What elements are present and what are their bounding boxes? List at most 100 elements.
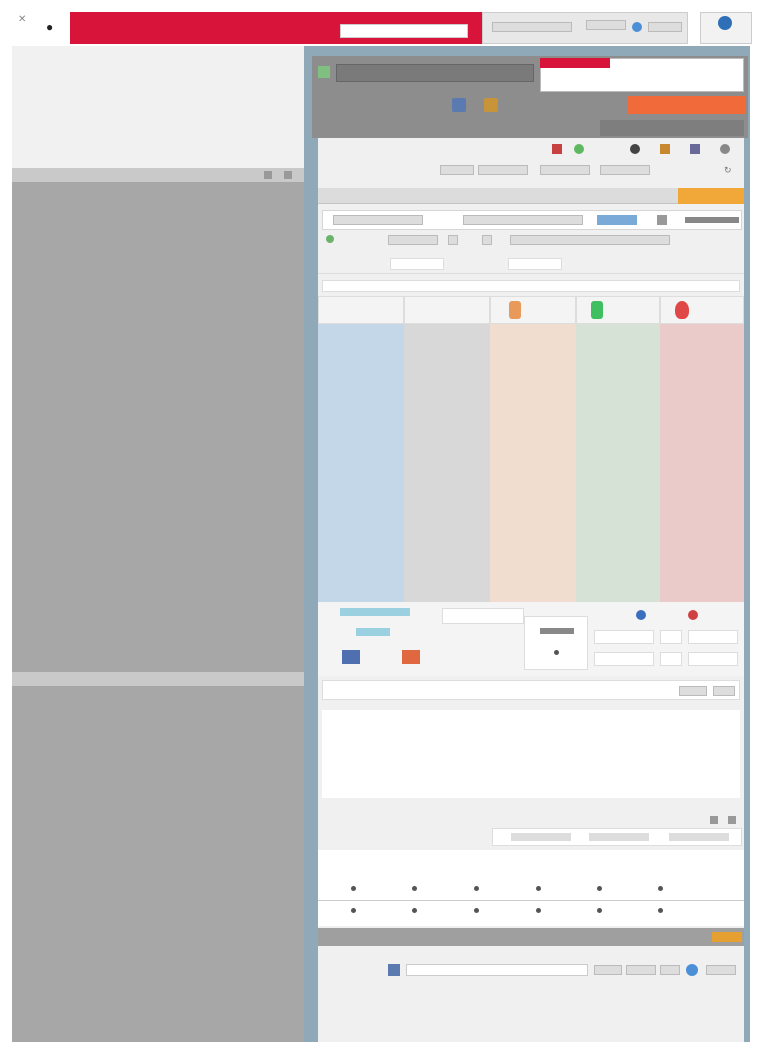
left-panel-splitter[interactable] <box>12 168 304 182</box>
info-icon[interactable] <box>632 22 642 32</box>
summary-table <box>318 850 744 926</box>
kanban-column-header[interactable] <box>660 296 744 324</box>
left-table-row[interactable] <box>20 124 300 140</box>
footer-button[interactable] <box>706 965 736 975</box>
kanban-column[interactable] <box>318 324 404 602</box>
summary-tab[interactable] <box>511 833 571 841</box>
check-icon[interactable] <box>574 144 584 154</box>
status-cell[interactable] <box>594 630 654 644</box>
notes-action[interactable] <box>713 686 735 696</box>
form-toggle[interactable] <box>597 215 637 225</box>
header-tool-button[interactable] <box>492 22 572 32</box>
red-status-icon[interactable] <box>688 610 698 620</box>
left-cell <box>82 67 102 77</box>
left-table-row[interactable] <box>20 144 300 160</box>
kanban-column-header[interactable] <box>404 296 490 324</box>
left-cell <box>214 127 234 137</box>
kanban-column-header[interactable] <box>490 296 576 324</box>
blue-status-icon[interactable] <box>636 610 646 620</box>
option-input[interactable] <box>482 235 492 245</box>
tab[interactable] <box>508 258 562 270</box>
panel-close-icon[interactable] <box>284 171 292 179</box>
filter-dropdown[interactable] <box>600 165 650 175</box>
legend-area <box>318 602 744 676</box>
filter-dropdown[interactable] <box>540 165 590 175</box>
window-close-icon[interactable]: ✕ <box>18 14 30 26</box>
form-field[interactable] <box>685 217 739 223</box>
summary-column-header <box>636 854 688 876</box>
status-cell[interactable] <box>660 652 682 666</box>
legend-link[interactable] <box>356 628 390 636</box>
left-panel-splitter[interactable] <box>12 672 304 686</box>
kanban-column[interactable] <box>404 324 490 602</box>
tab[interactable] <box>390 258 444 270</box>
form-field[interactable] <box>463 215 583 225</box>
footer-button[interactable] <box>626 965 656 975</box>
status-badge[interactable] <box>712 932 742 942</box>
summary-cell <box>351 886 356 891</box>
filter-dropdown[interactable] <box>478 165 528 175</box>
search-strip[interactable] <box>322 280 740 292</box>
kanban-column[interactable] <box>576 324 660 602</box>
left-cell <box>240 107 300 117</box>
user-icon[interactable] <box>630 144 640 154</box>
kanban-column-header[interactable] <box>576 296 660 324</box>
left-table-row[interactable] <box>20 104 300 120</box>
status-cell[interactable] <box>594 652 654 666</box>
status-cell[interactable] <box>688 630 738 644</box>
left-table-row[interactable] <box>20 84 300 100</box>
option-input[interactable] <box>510 235 670 245</box>
summary-cell <box>536 908 541 913</box>
left-cell <box>112 147 152 157</box>
form-row <box>322 210 742 230</box>
section-badge[interactable] <box>678 188 744 204</box>
legend-item[interactable] <box>442 608 524 624</box>
collapse-icon[interactable] <box>710 816 718 824</box>
help-icon[interactable] <box>720 144 730 154</box>
refresh-icon[interactable]: ↻ <box>724 165 734 175</box>
kanban-column-header[interactable] <box>318 296 404 324</box>
option-icon[interactable] <box>326 235 334 243</box>
summary-cell <box>474 908 479 913</box>
search-input[interactable] <box>340 24 468 38</box>
kanban-column[interactable] <box>490 324 576 602</box>
toolbar-input-label <box>540 58 610 68</box>
kanban-column[interactable] <box>660 324 744 602</box>
summary-divider <box>318 900 744 901</box>
summary-tab[interactable] <box>589 833 649 841</box>
summary-row-label <box>704 884 740 894</box>
status-cell[interactable] <box>660 630 682 644</box>
footer-icon[interactable] <box>388 964 400 976</box>
flag-icon[interactable] <box>552 144 562 154</box>
summary-tab[interactable] <box>669 833 729 841</box>
notes-body[interactable] <box>322 710 740 798</box>
footer-button[interactable] <box>660 965 680 975</box>
notes-action[interactable] <box>679 686 707 696</box>
status-cell[interactable] <box>688 652 738 666</box>
summary-cell <box>658 886 663 891</box>
footer-info-icon[interactable] <box>686 964 698 976</box>
summary-toolbar <box>318 810 744 830</box>
header-tool-button[interactable] <box>648 22 682 32</box>
legend-link[interactable] <box>340 608 410 616</box>
form-field[interactable] <box>333 215 423 225</box>
option-input[interactable] <box>448 235 458 245</box>
footer-button[interactable] <box>594 965 622 975</box>
print-icon[interactable] <box>452 98 466 112</box>
user-avatar-icon[interactable] <box>718 16 732 30</box>
left-table-row[interactable] <box>20 64 300 80</box>
settings-icon[interactable] <box>657 215 667 225</box>
export-icon[interactable] <box>484 98 498 112</box>
toolbar-field[interactable] <box>336 64 534 82</box>
folder-icon[interactable] <box>660 144 670 154</box>
status-bar <box>318 928 744 946</box>
footer-input[interactable] <box>406 964 588 976</box>
filter-dropdown[interactable] <box>440 165 474 175</box>
header-tool-button[interactable] <box>586 20 626 30</box>
kanban-stage-icon <box>675 301 689 319</box>
panel-expand-icon[interactable] <box>264 171 272 179</box>
close-icon[interactable] <box>728 816 736 824</box>
primary-action-button[interactable] <box>628 96 746 114</box>
option-input[interactable] <box>388 235 438 245</box>
settings-icon[interactable] <box>690 144 700 154</box>
